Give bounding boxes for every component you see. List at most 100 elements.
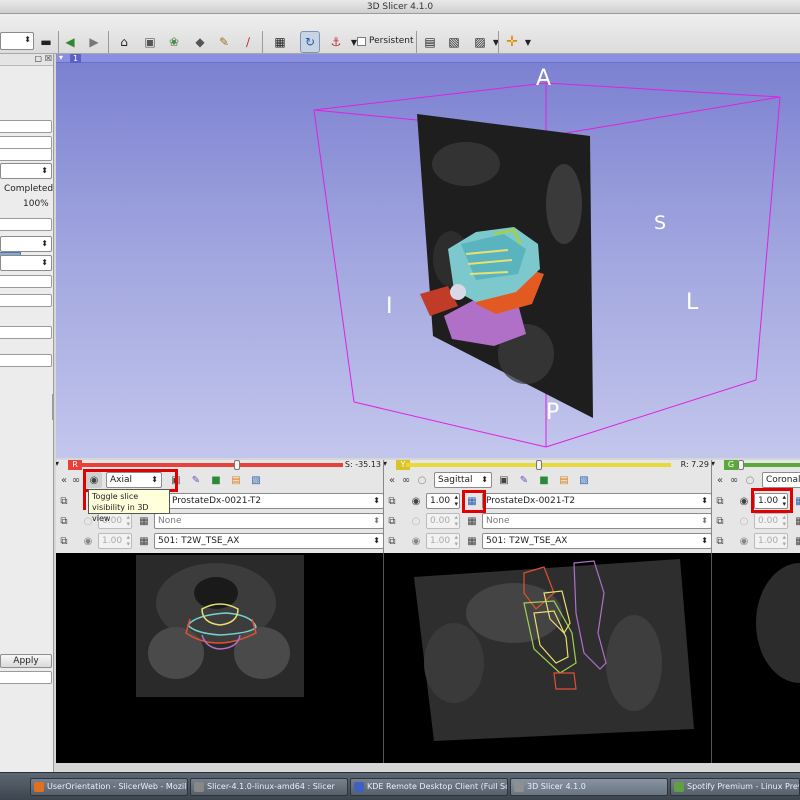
home-icon[interactable]: ⌂ [114, 31, 134, 53]
eye-icon[interactable]: ◉ [80, 533, 96, 549]
module-field[interactable] [0, 218, 52, 231]
module-combo[interactable] [0, 236, 52, 252]
slice-offset-slider[interactable] [737, 460, 744, 470]
slice-orientation-combo[interactable]: Coronal [762, 472, 800, 488]
grid-icon[interactable]: ▦ [136, 533, 152, 549]
eye-icon[interactable]: ◉ [408, 533, 424, 549]
label-opacity-spin[interactable]: 0.00 ▴ ▾ [426, 513, 460, 529]
screenshot-icon[interactable]: ▧ [248, 472, 264, 488]
foreground-layer-icon[interactable]: ⧉ [384, 493, 400, 509]
slice-offset-slider[interactable] [234, 460, 240, 470]
reset-view-icon[interactable]: ↻ [300, 31, 320, 53]
3d-view[interactable]: ▾ 1 A S L I P [56, 54, 800, 458]
apply-button[interactable]: Apply [0, 654, 52, 668]
background-volume-combo[interactable]: 501: T2W_TSE_AX ⬍ [482, 533, 711, 549]
splitter-handle[interactable] [52, 394, 53, 420]
compare-icon[interactable]: ▤ [556, 472, 572, 488]
screenshot-icon[interactable]: ▤ [420, 31, 440, 53]
grid-icon[interactable]: ▦ [792, 513, 800, 529]
pencil-icon[interactable]: ✎ [516, 472, 532, 488]
background-opacity-spin[interactable]: 1.00 ▴ ▾ [98, 533, 132, 549]
foreground-layer-icon[interactable]: ⧉ [56, 493, 72, 509]
crosshair-place-icon[interactable]: ⚓ [326, 31, 346, 53]
grid-icon[interactable]: ▦ [464, 513, 480, 529]
chevron-down-icon[interactable]: ▼ [518, 31, 538, 53]
eye-icon[interactable]: ○ [414, 472, 430, 488]
slice-offset-slider[interactable] [535, 460, 542, 470]
background-opacity-spin[interactable]: 1.00 ▴ ▾ [754, 533, 788, 549]
foreground-volume-combo[interactable]: ProstateDx-0021-T2 ⬍ [482, 493, 711, 509]
back-arrow-icon[interactable]: ◀ [60, 31, 80, 53]
label-layer-icon[interactable]: ⧉ [384, 513, 400, 529]
foreground-layer-icon[interactable]: ⧉ [712, 493, 728, 509]
eye-icon[interactable]: ◉ [408, 493, 424, 509]
link-icon[interactable]: ∞ [726, 472, 742, 488]
slice-offset-track[interactable] [78, 463, 343, 467]
module-field[interactable] [0, 354, 52, 367]
background-layer-icon[interactable]: ⧉ [384, 533, 400, 549]
link-icon[interactable]: ∞ [68, 472, 84, 488]
module-combo[interactable] [0, 163, 52, 179]
taskbar-item[interactable]: KDE Remote Desktop Client (Full Scr [350, 778, 508, 796]
link-icon[interactable]: ∞ [398, 472, 414, 488]
background-layer-icon[interactable]: ⧉ [56, 533, 72, 549]
background-opacity-spin[interactable]: 1.00 ▴ ▾ [426, 533, 460, 549]
eye-icon[interactable]: ○ [736, 513, 752, 529]
module-selector-combo[interactable]: ⬍ [0, 32, 34, 50]
module-combo[interactable] [0, 255, 52, 271]
forward-arrow-icon[interactable]: ▶ [84, 31, 104, 53]
grid-icon[interactable]: ▦ [792, 533, 800, 549]
persistent-checkbox[interactable] [357, 37, 366, 46]
models-icon[interactable]: ◆ [190, 31, 210, 53]
compare-icon[interactable]: ▤ [228, 472, 244, 488]
label-volume-combo[interactable]: None ⬍ [154, 513, 383, 529]
data-icon[interactable]: ▣ [140, 31, 160, 53]
label-opacity-spin[interactable]: 0.00 ▴ ▾ [754, 513, 788, 529]
grid-icon[interactable]: ▦ [792, 493, 800, 509]
eye-icon[interactable]: ○ [408, 513, 424, 529]
module-field[interactable] [0, 120, 52, 133]
red-slice-view[interactable] [56, 553, 384, 763]
pin-icon[interactable]: ▾ [384, 460, 387, 468]
foreground-volume-combo[interactable]: ProstateDx-0021-T2 ⬍ [168, 493, 383, 509]
background-layer-icon[interactable]: ⧉ [712, 533, 728, 549]
pencil-icon[interactable]: ✎ [188, 472, 204, 488]
layers-icon[interactable]: ■ [536, 472, 552, 488]
taskbar-item[interactable]: UserOrientation - SlicerWeb - Mozill [30, 778, 188, 796]
volumes-icon[interactable]: ❀ [164, 31, 184, 53]
transforms-icon[interactable]: ∕ [238, 31, 258, 53]
scene-view-icon[interactable]: ▧ [444, 31, 464, 53]
pin-icon[interactable]: ▾ [712, 460, 715, 468]
module-field[interactable] [0, 671, 52, 684]
module-field[interactable] [0, 294, 52, 307]
label-volume-combo[interactable]: None ⬍ [482, 513, 711, 529]
label-layer-icon[interactable]: ⧉ [56, 513, 72, 529]
background-volume-combo[interactable]: 501: T2W_TSE_AX ⬍ [154, 533, 383, 549]
layout-icon[interactable]: ▦ [270, 31, 290, 53]
module-field[interactable] [0, 326, 52, 339]
module-list-icon[interactable]: ▬ [36, 31, 56, 53]
yellow-slice-view[interactable] [384, 553, 712, 763]
green-slice-view[interactable] [712, 553, 800, 763]
slice-orientation-combo[interactable]: Sagittal ⬍ [434, 472, 492, 488]
eye-icon[interactable]: ○ [742, 472, 758, 488]
taskbar-item[interactable]: Spotify Premium - Linux Preview [670, 778, 800, 796]
taskbar-item[interactable]: Slicer-4.1.0-linux-amd64 : Slicer [190, 778, 348, 796]
highlight-box-eye-left [83, 488, 86, 510]
layers-icon[interactable]: ■ [208, 472, 224, 488]
undock-icon[interactable]: ▢ [34, 54, 42, 63]
fit-icon[interactable]: ▣ [496, 472, 512, 488]
close-icon[interactable]: ☒ [45, 54, 52, 63]
foreground-opacity-spin[interactable]: 1.00 ▴ ▾ [426, 493, 460, 509]
label-layer-icon[interactable]: ⧉ [712, 513, 728, 529]
eye-icon[interactable]: ◉ [736, 533, 752, 549]
module-field[interactable] [0, 275, 52, 288]
taskbar-item-active[interactable]: 3D Slicer 4.1.0 [510, 778, 668, 796]
pin-icon[interactable]: ▾ [56, 460, 59, 468]
screenshot-icon[interactable]: ▧ [576, 472, 592, 488]
grid-icon[interactable]: ▦ [464, 533, 480, 549]
module-field[interactable] [0, 148, 52, 161]
slice-offset-track[interactable] [734, 463, 800, 467]
editor-icon[interactable]: ✎ [214, 31, 234, 53]
eye-icon[interactable]: ◉ [736, 493, 752, 509]
